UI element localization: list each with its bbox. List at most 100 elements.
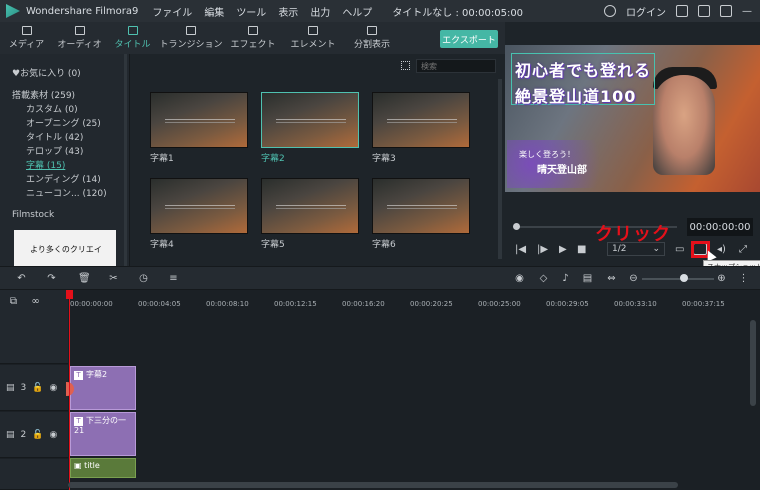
mic-icon[interactable]: ♪ bbox=[560, 273, 571, 284]
delete-icon[interactable]: 🗑 bbox=[78, 273, 91, 284]
eye-icon[interactable]: ◉ bbox=[49, 430, 57, 440]
chevron-down-icon: ⌄ bbox=[652, 244, 660, 254]
zoom-out-icon[interactable]: ⊖ bbox=[628, 273, 639, 284]
filmora-window: Wondershare Filmora9 ファイル 編集 ツール 表示 出力 ヘ… bbox=[0, 0, 760, 490]
sidebar-filmstock[interactable]: Filmstock bbox=[12, 210, 54, 220]
timeline-clip-lowerthird[interactable]: T 下三分の一21 bbox=[70, 412, 136, 456]
timeline-vscrollbar[interactable] bbox=[750, 320, 756, 406]
prev-frame-icon[interactable]: |◀ bbox=[515, 244, 526, 255]
timeline-ruler[interactable]: 00:00:00:00 00:00:04:05 00:00:08:10 00:0… bbox=[68, 290, 760, 314]
thumbnail-subtitle-3[interactable] bbox=[372, 92, 470, 148]
sidebar-item-opening[interactable]: オープニング (25) bbox=[26, 116, 101, 129]
video-icon: ▣ bbox=[74, 461, 85, 470]
lock-icon[interactable]: 🔓 bbox=[32, 430, 43, 440]
cut-icon[interactable]: ✂ bbox=[108, 273, 119, 284]
marker-icon[interactable]: ◇ bbox=[538, 273, 549, 284]
display-icon[interactable]: ▭ bbox=[675, 244, 684, 255]
redo-icon[interactable]: ↷ bbox=[46, 273, 57, 284]
timeline-clip-video[interactable]: ▣ title bbox=[70, 458, 136, 478]
thumbnail-label: 字幕4 bbox=[150, 240, 174, 250]
login-link[interactable]: ログイン bbox=[626, 4, 666, 19]
cart-icon[interactable] bbox=[676, 5, 688, 17]
thumbnail-subtitle-6[interactable] bbox=[372, 178, 470, 234]
mail-icon[interactable] bbox=[698, 5, 710, 17]
sidebar-item-ending[interactable]: エンディング (14) bbox=[26, 172, 101, 185]
thumbnail-subtitle-2[interactable] bbox=[261, 92, 359, 148]
undo-icon[interactable]: ↶ bbox=[16, 273, 27, 284]
timeline-clip-subtitle2[interactable]: T 字幕2 bbox=[70, 366, 136, 410]
speed-icon[interactable]: ◷ bbox=[138, 273, 149, 284]
save-icon[interactable] bbox=[720, 5, 732, 17]
sidebar-item-title[interactable]: タイトル (42) bbox=[26, 130, 83, 143]
fullscreen-icon[interactable]: ⤢ bbox=[739, 244, 747, 255]
tab-effects[interactable]: エフェクト bbox=[223, 22, 283, 54]
track-header-3: ▤ 3 🔓 ◉ bbox=[0, 365, 68, 411]
info-icon[interactable] bbox=[604, 5, 616, 17]
search-input[interactable] bbox=[416, 59, 496, 73]
title-grid: 字幕1 字幕2 字幕3 字幕4 字幕5 字幕6 bbox=[131, 54, 505, 266]
sidebar-favorites[interactable]: ♥お気に入り (0) bbox=[12, 66, 81, 79]
tab-transitions[interactable]: トランジション bbox=[159, 22, 223, 54]
zoom-slider-handle[interactable] bbox=[680, 274, 688, 282]
export-button[interactable]: エクスポート bbox=[440, 30, 498, 48]
playhead[interactable] bbox=[69, 290, 70, 490]
track-header-empty bbox=[0, 314, 68, 364]
menu-edit[interactable]: 編集 bbox=[204, 4, 224, 19]
thumbnail-label: 字幕6 bbox=[372, 240, 396, 250]
timecode-display: 00:00:00:00 bbox=[687, 218, 753, 236]
menu-view[interactable]: 表示 bbox=[278, 4, 298, 19]
mixer-icon[interactable]: ▤ bbox=[582, 273, 593, 284]
eye-icon[interactable]: ◉ bbox=[49, 383, 57, 393]
zoom-slider[interactable] bbox=[642, 278, 714, 280]
step-back-icon[interactable]: |▶ bbox=[537, 244, 548, 255]
sidebar-builtin[interactable]: 搭載素材 (259) bbox=[12, 88, 75, 101]
grid-scrollbar[interactable] bbox=[498, 79, 502, 259]
menu-export[interactable]: 出力 bbox=[310, 4, 330, 19]
menu-tools[interactable]: ツール bbox=[236, 4, 266, 19]
playhead-handle[interactable] bbox=[66, 290, 73, 299]
thumbnail-label: 字幕1 bbox=[150, 154, 174, 164]
minimize-button[interactable]: — bbox=[742, 6, 752, 17]
volume-icon[interactable]: ◂) bbox=[717, 244, 726, 255]
thumbnail-subtitle-5[interactable] bbox=[261, 178, 359, 234]
sidebar-item-subtitles[interactable]: 字幕 (15) bbox=[26, 158, 65, 171]
preview-title-line2: 絶景登山道100 bbox=[515, 87, 637, 106]
preview-person bbox=[653, 75, 715, 175]
add-track-icon[interactable]: ⧉ bbox=[8, 296, 19, 307]
sidebar-item-custom[interactable]: カスタム (0) bbox=[26, 102, 78, 115]
play-icon[interactable]: ▶ bbox=[559, 244, 567, 255]
fit-icon[interactable]: ⇔ bbox=[606, 273, 617, 284]
tab-split-screen[interactable]: 分割表示 bbox=[343, 22, 401, 54]
tab-media[interactable]: メディア bbox=[0, 22, 53, 54]
ruler-tick: 00:00:16:20 bbox=[342, 300, 385, 308]
sidebar-item-new[interactable]: ニューコン... (120) bbox=[26, 186, 107, 199]
zoom-in-icon[interactable]: ⊕ bbox=[716, 273, 727, 284]
text-icon bbox=[127, 26, 138, 35]
thumbnail-subtitle-1[interactable] bbox=[150, 92, 248, 148]
sidebar-scrollbar[interactable] bbox=[124, 54, 127, 266]
menu-help[interactable]: ヘルプ bbox=[342, 4, 372, 19]
render-icon[interactable]: ◉ bbox=[514, 273, 525, 284]
playback-quality-select[interactable]: 1/2 ⌄ bbox=[607, 242, 665, 256]
link-icon[interactable]: ∞ bbox=[30, 296, 41, 307]
tab-audio[interactable]: オーディオ bbox=[53, 22, 106, 54]
menu-file[interactable]: ファイル bbox=[152, 4, 192, 19]
adjust-icon[interactable]: ≡ bbox=[168, 273, 179, 284]
category-sidebar: ♥お気に入り (0) 搭載素材 (259) カスタム (0) オープニング (2… bbox=[0, 54, 130, 266]
lock-icon[interactable]: 🔓 bbox=[32, 383, 43, 393]
grid-view-icon[interactable] bbox=[401, 61, 410, 70]
text-icon: T bbox=[74, 371, 83, 380]
tab-titles[interactable]: タイトル bbox=[106, 22, 159, 54]
timeline-hscrollbar[interactable] bbox=[68, 482, 678, 488]
filmstock-promo[interactable]: より多くのクリエイ bbox=[14, 230, 116, 266]
thumbnail-subtitle-4[interactable] bbox=[150, 178, 248, 234]
menu-icon[interactable]: ⋮ bbox=[738, 273, 749, 284]
track-header-2: ▤ 2 🔓 ◉ bbox=[0, 412, 68, 458]
timeline-toolbar: ↶ ↷ 🗑 ✂ ◷ ≡ ◉ ◇ ♪ ▤ ⇔ ⊖ ⊕ ⋮ bbox=[0, 266, 760, 290]
tab-elements[interactable]: エレメント bbox=[283, 22, 343, 54]
seek-handle[interactable] bbox=[513, 223, 520, 230]
preview-lower-third-big: 晴天登山部 bbox=[537, 165, 587, 176]
stop-icon[interactable]: ■ bbox=[577, 244, 586, 255]
sidebar-item-telop[interactable]: テロップ (43) bbox=[26, 144, 83, 157]
split-icon bbox=[367, 26, 377, 35]
